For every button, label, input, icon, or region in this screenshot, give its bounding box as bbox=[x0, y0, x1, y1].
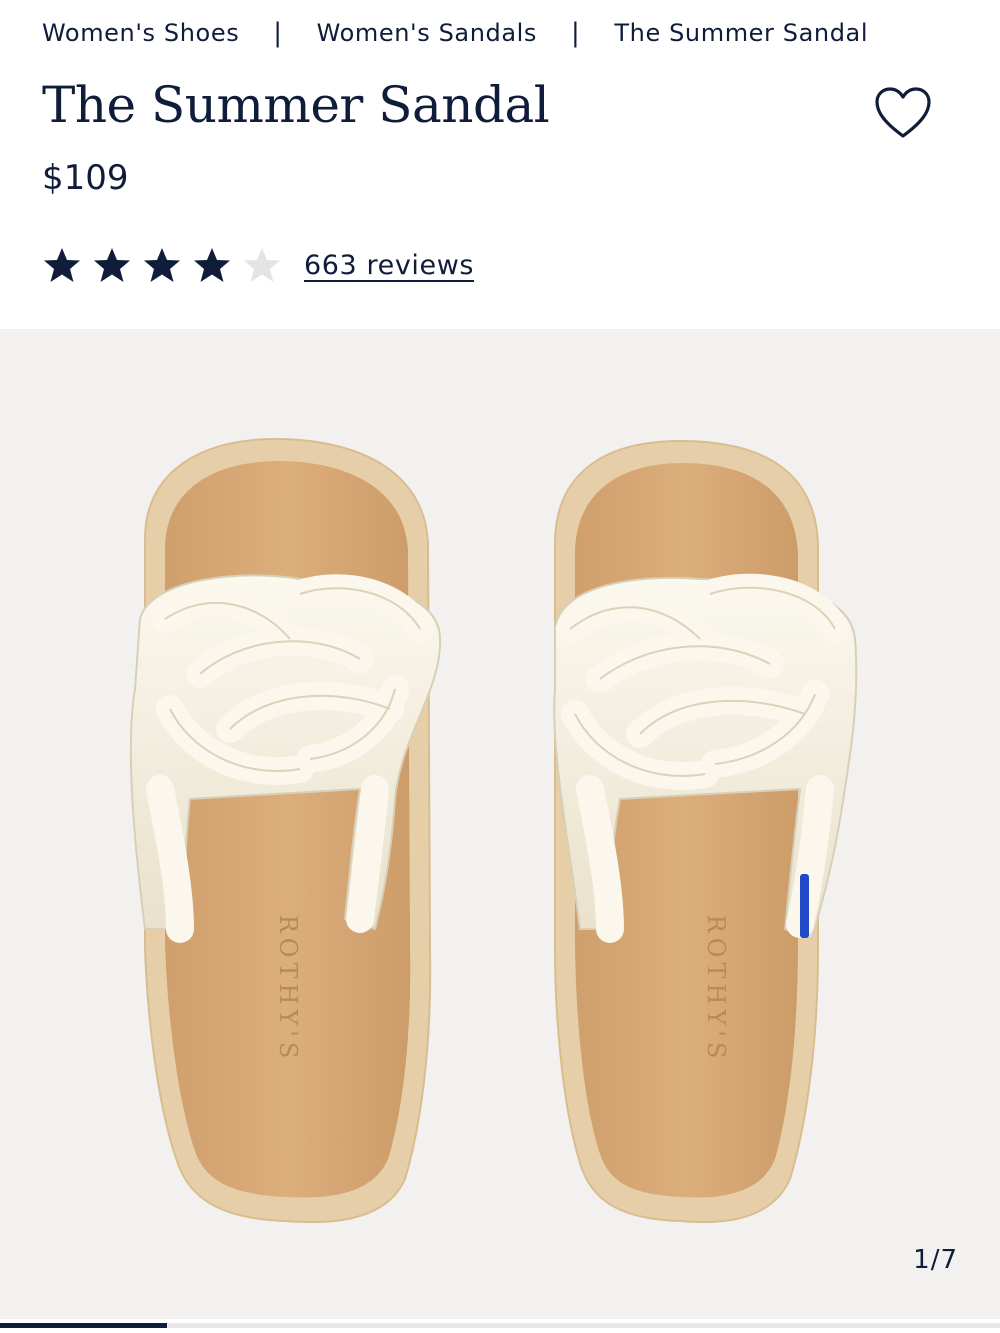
rating-row: 663 reviews bbox=[42, 240, 474, 290]
star-filled-icon bbox=[144, 248, 180, 282]
sole-brand-text: ROTHY'S bbox=[702, 915, 730, 1064]
gallery-progress-fill bbox=[0, 1323, 167, 1328]
product-price: $109 bbox=[42, 158, 129, 198]
star-filled-icon bbox=[194, 248, 230, 282]
star-empty-icon bbox=[244, 248, 280, 282]
star-filled-icon bbox=[94, 248, 130, 282]
star-rating bbox=[42, 245, 292, 285]
breadcrumb: Women's Shoes | Women's Sandals | The Su… bbox=[42, 16, 868, 50]
product-title: The Summer Sandal bbox=[42, 76, 550, 134]
right-sandal: ROTHY'S bbox=[553, 439, 858, 1224]
breadcrumb-separator: | bbox=[273, 18, 283, 48]
sole-brand-text: ROTHY'S bbox=[274, 915, 302, 1064]
product-image-gallery[interactable]: ROTHY'S ROTHY'S 1/7 bbox=[0, 329, 1000, 1319]
breadcrumb-separator: | bbox=[571, 18, 581, 48]
wishlist-button[interactable] bbox=[872, 84, 934, 142]
gallery-counter: 1/7 bbox=[913, 1245, 958, 1275]
reviews-link[interactable]: 663 reviews bbox=[304, 250, 474, 281]
product-image-sandals: ROTHY'S ROTHY'S bbox=[129, 437, 858, 1224]
heart-outline-icon bbox=[875, 87, 931, 138]
product-page: Women's Shoes | Women's Sandals | The Su… bbox=[0, 0, 1000, 1333]
left-sandal: ROTHY'S bbox=[129, 437, 442, 1224]
breadcrumb-item-womens-sandals[interactable]: Women's Sandals bbox=[317, 19, 537, 47]
star-filled-icon bbox=[44, 248, 80, 282]
breadcrumb-item-current[interactable]: The Summer Sandal bbox=[614, 19, 868, 47]
breadcrumb-item-womens-shoes[interactable]: Women's Shoes bbox=[42, 19, 239, 47]
gallery-progress-bar bbox=[0, 1323, 1000, 1328]
blue-tab bbox=[800, 874, 809, 938]
